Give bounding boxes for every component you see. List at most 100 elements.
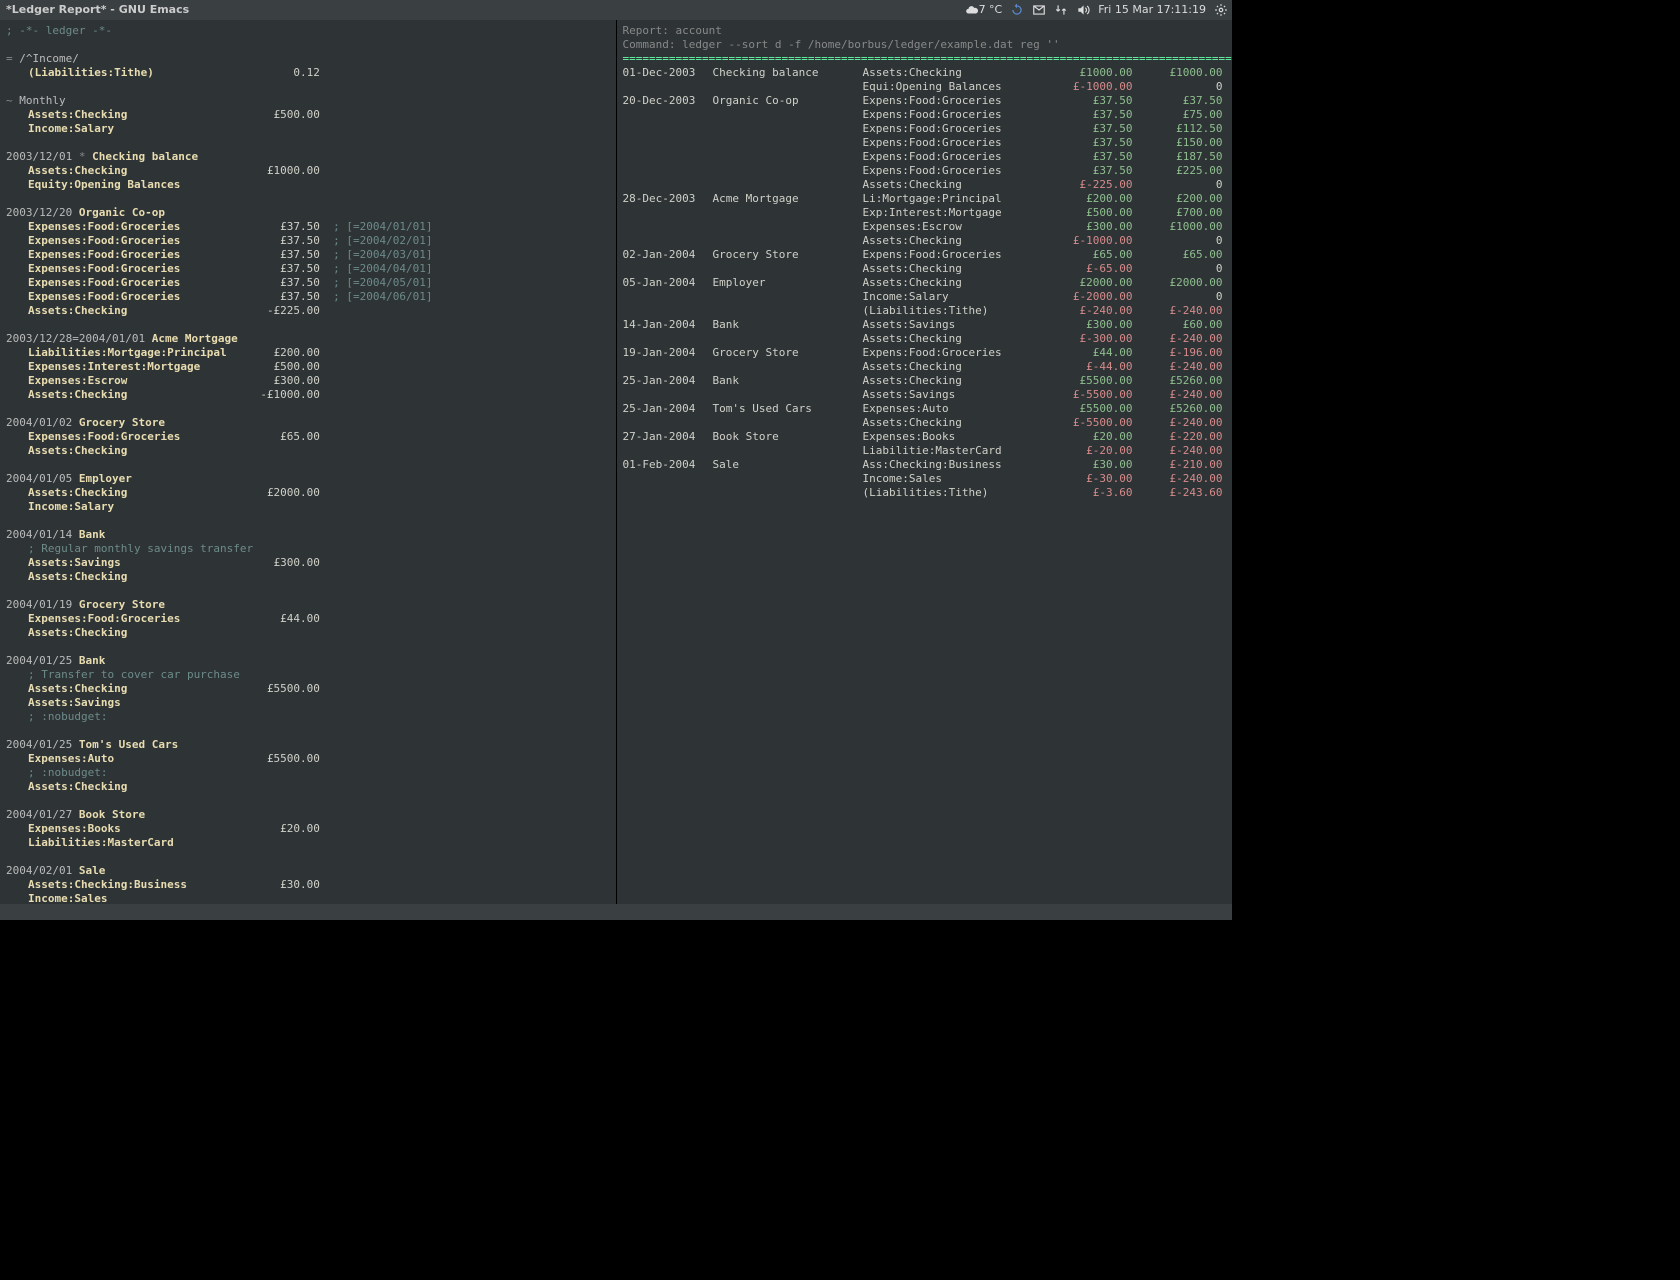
posting-line: Expenses:Escrow £300.00 <box>6 374 610 388</box>
posting-line: Assets:Checking:Business £30.00 <box>6 878 610 892</box>
report-row: 19-Jan-2004Grocery StoreExpens:Food:Groc… <box>623 346 1227 360</box>
report-balance: 0 <box>1133 178 1223 192</box>
posting-line: Assets:Checking £5500.00 <box>6 682 610 696</box>
report-payee <box>713 472 863 486</box>
report-payee <box>713 220 863 234</box>
transaction-payee: Bank <box>79 654 106 667</box>
report-payee: Checking balance <box>713 66 863 80</box>
report-payee <box>713 150 863 164</box>
transaction-header: 2004/01/05 Employer <box>6 472 610 486</box>
volume-icon[interactable] <box>1076 3 1090 17</box>
transaction-payee: Grocery Store <box>79 598 165 611</box>
transaction-header: 2004/01/02 Grocery Store <box>6 416 610 430</box>
ledger-source-buffer[interactable]: ; -*- ledger -*- = /^Income/(Liabilities… <box>0 20 617 904</box>
report-date: 27-Jan-2004 <box>623 430 713 444</box>
transaction-header: 2004/02/01 Sale <box>6 864 610 878</box>
posting-line: Expenses:Food:Groceries £37.50 ; [=2004/… <box>6 220 610 234</box>
report-account: Expens:Food:Groceries <box>863 164 1043 178</box>
report-payee <box>713 304 863 318</box>
ledger-report-buffer[interactable]: Report: accountCommand: ledger --sort d … <box>617 20 1233 904</box>
report-account: Li:Mortgage:Principal <box>863 192 1043 206</box>
network-icon[interactable] <box>1054 3 1068 17</box>
posting-account: Expenses:Food:Groceries <box>28 234 240 247</box>
report-payee: Acme Mortgage <box>713 192 863 206</box>
report-account: Expenses:Books <box>863 430 1043 444</box>
posting-line: Expenses:Food:Groceries £65.00 <box>6 430 610 444</box>
transaction-payee: Sale <box>79 864 106 877</box>
posting-account: Assets:Checking <box>28 388 240 401</box>
report-amount: £300.00 <box>1043 220 1133 234</box>
posting-account: Liabilities:Mortgage:Principal <box>28 346 240 359</box>
posting-account: Expenses:Interest:Mortgage <box>28 360 240 373</box>
posting-account: Expenses:Food:Groceries <box>28 290 240 303</box>
report-row: 14-Jan-2004BankAssets:Savings£300.00£60.… <box>623 318 1227 332</box>
posting-line: Liabilities:Mortgage:Principal £200.00 <box>6 346 610 360</box>
report-balance: £-220.00 <box>1133 430 1223 444</box>
report-row: 02-Jan-2004Grocery StoreExpens:Food:Groc… <box>623 248 1227 262</box>
report-date: 01-Dec-2003 <box>623 66 713 80</box>
report-amount: £-2000.00 <box>1043 290 1133 304</box>
report-account: Assets:Checking <box>863 234 1043 248</box>
report-amount: £37.50 <box>1043 136 1133 150</box>
report-payee: Sale <box>713 458 863 472</box>
posting-comment: ; [=2004/04/01] <box>320 262 433 275</box>
posting-account: Assets:Savings <box>28 696 240 709</box>
report-amount: £-225.00 <box>1043 178 1133 192</box>
transaction-header: 2004/01/19 Grocery Store <box>6 598 610 612</box>
posting-account: Expenses:Food:Groceries <box>28 220 240 233</box>
report-account: Assets:Checking <box>863 374 1043 388</box>
report-balance: £5260.00 <box>1133 374 1223 388</box>
posting-amount: £300.00 <box>240 374 320 388</box>
report-date: 25-Jan-2004 <box>623 374 713 388</box>
report-balance: 0 <box>1133 80 1223 94</box>
mail-icon[interactable] <box>1032 3 1046 17</box>
report-balance: £112.50 <box>1133 122 1223 136</box>
report-date: 14-Jan-2004 <box>623 318 713 332</box>
posting-account: (Liabilities:Tithe) <box>28 66 240 79</box>
posting-line: Assets:Checking £2000.00 <box>6 486 610 500</box>
posting-line: (Liabilities:Tithe) 0.12 <box>6 66 610 80</box>
report-date: 25-Jan-2004 <box>623 402 713 416</box>
report-amount: £-5500.00 <box>1043 388 1133 402</box>
weather-text: 7 °C <box>979 0 1003 20</box>
report-date: 01-Feb-2004 <box>623 458 713 472</box>
report-date <box>623 150 713 164</box>
report-balance: £-240.00 <box>1133 416 1223 430</box>
posting-amount: £200.00 <box>240 346 320 360</box>
posting-amount: £37.50 <box>240 276 320 290</box>
report-amount: £37.50 <box>1043 94 1133 108</box>
refresh-icon[interactable] <box>1010 3 1024 17</box>
report-amount: £-1000.00 <box>1043 234 1133 248</box>
report-date <box>623 80 713 94</box>
posting-line: Assets:Checking -£225.00 <box>6 304 610 318</box>
posting-amount: 0.12 <box>240 66 320 80</box>
report-amount: £-300.00 <box>1043 332 1133 346</box>
report-date <box>623 206 713 220</box>
report-row: Exp:Interest:Mortgage£500.00£700.00 <box>623 206 1227 220</box>
report-row: 01-Dec-2003Checking balanceAssets:Checki… <box>623 66 1227 80</box>
transaction-header: 2004/01/14 Bank <box>6 528 610 542</box>
settings-icon[interactable] <box>1214 3 1228 17</box>
report-row: Expens:Food:Groceries£37.50£150.00 <box>623 136 1227 150</box>
report-payee <box>713 234 863 248</box>
report-balance: £-240.00 <box>1133 332 1223 346</box>
report-amount: £20.00 <box>1043 430 1133 444</box>
transaction-payee: Bank <box>79 528 106 541</box>
report-amount: £37.50 <box>1043 150 1133 164</box>
posting-line: Expenses:Food:Groceries £37.50 ; [=2004/… <box>6 262 610 276</box>
report-date: 05-Jan-2004 <box>623 276 713 290</box>
report-row: (Liabilities:Tithe)£-3.60£-243.60 <box>623 486 1227 500</box>
report-row: Assets:Checking£-5500.00£-240.00 <box>623 416 1227 430</box>
report-amount: £37.50 <box>1043 164 1133 178</box>
report-account: Expens:Food:Groceries <box>863 94 1043 108</box>
posting-comment: ; [=2004/06/01] <box>320 290 433 303</box>
report-payee <box>713 290 863 304</box>
report-row: Expens:Food:Groceries£37.50£112.50 <box>623 122 1227 136</box>
posting-account: Assets:Checking:Business <box>28 878 240 891</box>
report-payee <box>713 178 863 192</box>
transaction-header: 2004/01/27 Book Store <box>6 808 610 822</box>
report-balance: £1000.00 <box>1133 220 1223 234</box>
report-date <box>623 388 713 402</box>
report-account: Assets:Checking <box>863 178 1043 192</box>
report-date <box>623 290 713 304</box>
